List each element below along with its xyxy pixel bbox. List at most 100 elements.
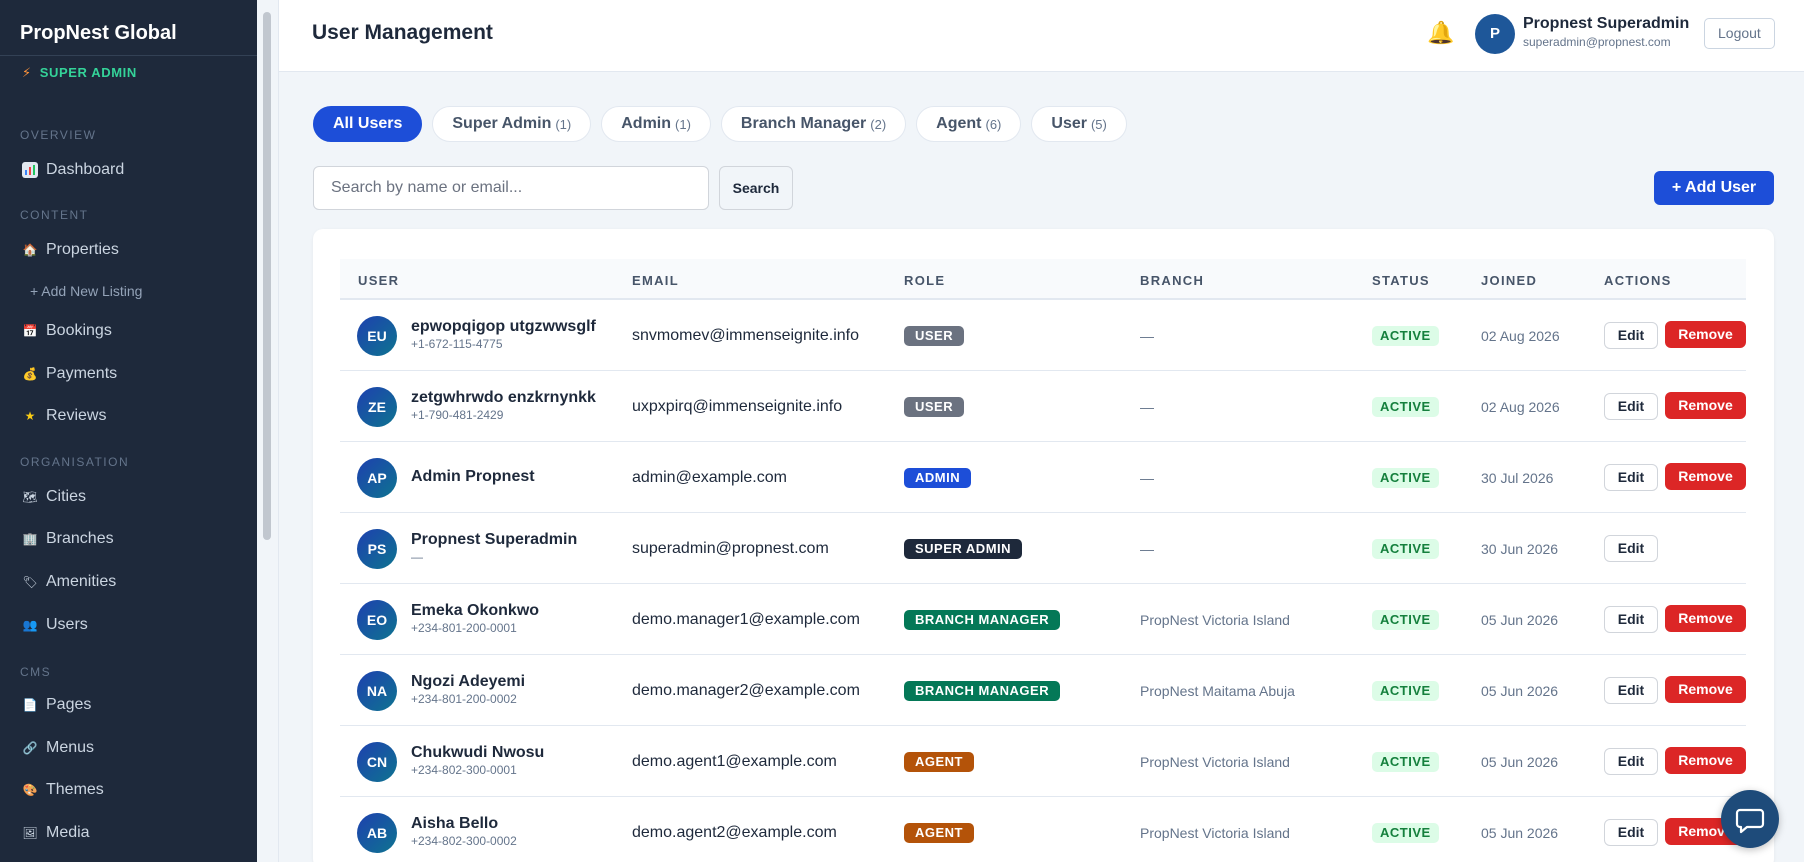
sidebar-scrollbar[interactable] — [257, 0, 279, 862]
sidebar-item-themes[interactable]: 🎨 Themes — [0, 778, 126, 802]
role-badge: SUPER ADMIN — [904, 539, 1023, 559]
add-user-button[interactable]: + Add User — [1654, 171, 1774, 205]
tab-label: User — [1051, 115, 1087, 132]
edit-button[interactable]: Edit — [1604, 322, 1658, 349]
brand-name: PropNest Global — [0, 0, 257, 56]
remove-button[interactable]: Remove — [1665, 321, 1746, 348]
palette-icon: 🎨 — [22, 783, 38, 797]
role-badge: AGENT — [904, 752, 974, 772]
sidebar-item-users[interactable]: 👥 Users — [0, 613, 110, 637]
status-badge: ACTIVE — [1372, 823, 1439, 843]
sidebar-item-properties[interactable]: 🏠 Properties — [0, 238, 141, 262]
tab-agent[interactable]: Agent (6) — [916, 106, 1022, 142]
remove-button[interactable]: Remove — [1665, 605, 1746, 632]
search-button[interactable]: Search — [719, 166, 793, 210]
remove-button[interactable]: Remove — [1665, 463, 1746, 490]
search-input[interactable] — [313, 166, 709, 210]
user-name: epwopqigop utgzwwsglf — [411, 318, 596, 335]
role-tag-label: SUPER ADMIN — [39, 65, 137, 80]
user-avatar: PS — [357, 529, 397, 569]
remove-button[interactable]: Remove — [1665, 747, 1746, 774]
chat-button[interactable] — [1721, 790, 1779, 848]
user-avatar: AB — [357, 813, 397, 853]
tab-user[interactable]: User (5) — [1031, 106, 1127, 142]
edit-button[interactable]: Edit — [1604, 535, 1658, 562]
status-badge: ACTIVE — [1372, 468, 1439, 488]
sidebar-item-amenities[interactable]: 🏷 Amenities — [0, 570, 138, 594]
user-name: Emeka Okonkwo — [411, 602, 540, 619]
user-phone: +234-802-300-0001 — [411, 763, 517, 777]
sidebar-item-label: Cities — [46, 488, 87, 505]
user-avatar: EU — [357, 316, 397, 356]
joined-date: 02 Aug 2026 — [1481, 328, 1560, 344]
edit-button[interactable]: Edit — [1604, 464, 1658, 491]
role-tag: ⚡ SUPER ADMIN — [0, 56, 257, 100]
role-badge: BRANCH MANAGER — [904, 681, 1061, 701]
sidebar-item-label: Pages — [46, 696, 92, 713]
column-header-user: USER — [358, 273, 400, 288]
bar-chart-icon — [22, 162, 38, 178]
user-branch: PropNest Victoria Island — [1140, 754, 1290, 770]
table-row: PS Propnest Superadmin — superadmin@propnes… — [340, 513, 1746, 584]
user-name: Chukwudi Nwosu — [411, 744, 545, 761]
edit-button[interactable]: Edit — [1604, 393, 1658, 420]
edit-button[interactable]: Edit — [1604, 606, 1658, 633]
user-avatar: AP — [357, 458, 397, 498]
user-email: demo.agent2@example.com — [632, 824, 837, 841]
tab-label: Agent — [936, 115, 982, 132]
table-row: AP Admin Propnest admin@example.com ADMIN — A… — [340, 442, 1746, 513]
link-icon: 🔗 — [22, 741, 38, 755]
tab-all-users[interactable]: All Users — [313, 106, 423, 142]
table-row: CN Chukwudi Nwosu +234-802-300-0001 demo.ag… — [340, 726, 1746, 797]
sidebar-item-pages[interactable]: 📄 Pages — [0, 693, 113, 717]
users-table-card: USER EMAIL ROLE BRANCH STATUS JOINED ACT… — [313, 229, 1774, 862]
sidebar-item-payments[interactable]: 💰 Payments — [0, 362, 139, 386]
user-branch: — — [1140, 399, 1154, 415]
user-branch: — — [1140, 328, 1154, 344]
bolt-icon: ⚡ — [22, 65, 32, 80]
remove-button[interactable]: Remove — [1665, 676, 1746, 703]
sidebar-item-branches[interactable]: 🏢 Branches — [0, 527, 136, 551]
scrollbar-thumb[interactable] — [263, 12, 271, 540]
edit-button[interactable]: Edit — [1604, 748, 1658, 775]
status-badge: ACTIVE — [1372, 397, 1439, 417]
tab-count: (2) — [870, 116, 887, 132]
tab-branch-manager[interactable]: Branch Manager (2) — [720, 106, 907, 142]
avatar[interactable]: P — [1475, 14, 1515, 54]
status-badge: ACTIVE — [1372, 326, 1439, 346]
role-badge: BRANCH MANAGER — [904, 610, 1061, 630]
tab-admin[interactable]: Admin (1) — [601, 106, 711, 142]
sidebar-item-add-listing[interactable]: + Add New Listing — [0, 280, 172, 302]
edit-button[interactable]: Edit — [1604, 677, 1658, 704]
sidebar-item-label: Themes — [46, 781, 104, 798]
topbar: User Management 🔔 P Propnest Superadmin … — [279, 0, 1804, 72]
user-phone: +234-801-200-0002 — [411, 692, 517, 706]
sidebar-item-dashboard[interactable]: Dashboard — [0, 158, 146, 182]
edit-button[interactable]: Edit — [1604, 819, 1658, 846]
user-branch: — — [1140, 470, 1154, 486]
user-avatar: ZE — [357, 387, 397, 427]
tab-count: (6) — [985, 116, 1002, 132]
sidebar-item-bookings[interactable]: 📅 Bookings — [0, 319, 134, 343]
tag-icon: 🏷 — [22, 575, 38, 589]
sidebar-item-media[interactable]: 🖼 Media — [0, 821, 112, 845]
status-badge: ACTIVE — [1372, 539, 1439, 559]
user-phone: — — [411, 550, 423, 564]
section-organisation: ORGANISATION — [20, 455, 130, 469]
tab-count: (1) — [555, 116, 572, 132]
sidebar-item-reviews[interactable]: ★ Reviews — [0, 404, 128, 428]
remove-button[interactable]: Remove — [1665, 392, 1746, 419]
user-avatar: NA — [357, 671, 397, 711]
column-header-joined: JOINED — [1481, 273, 1538, 288]
current-user-name: Propnest Superadmin — [1523, 15, 1690, 32]
calendar-icon: 📅 — [22, 324, 38, 338]
logout-button[interactable]: Logout — [1704, 18, 1775, 49]
user-avatar: EO — [357, 600, 397, 640]
sidebar-item-menus[interactable]: 🔗 Menus — [0, 736, 116, 760]
sidebar: PropNest Global ⚡ SUPER ADMIN OVERVIEW Da… — [0, 0, 257, 862]
sidebar-item-label: Branches — [46, 530, 114, 547]
sidebar-item-cities[interactable]: 🗺 Cities — [0, 485, 108, 509]
bell-icon[interactable]: 🔔 — [1427, 20, 1454, 46]
tab-super-admin[interactable]: Super Admin (1) — [432, 106, 592, 142]
tab-label: Admin — [621, 115, 672, 132]
